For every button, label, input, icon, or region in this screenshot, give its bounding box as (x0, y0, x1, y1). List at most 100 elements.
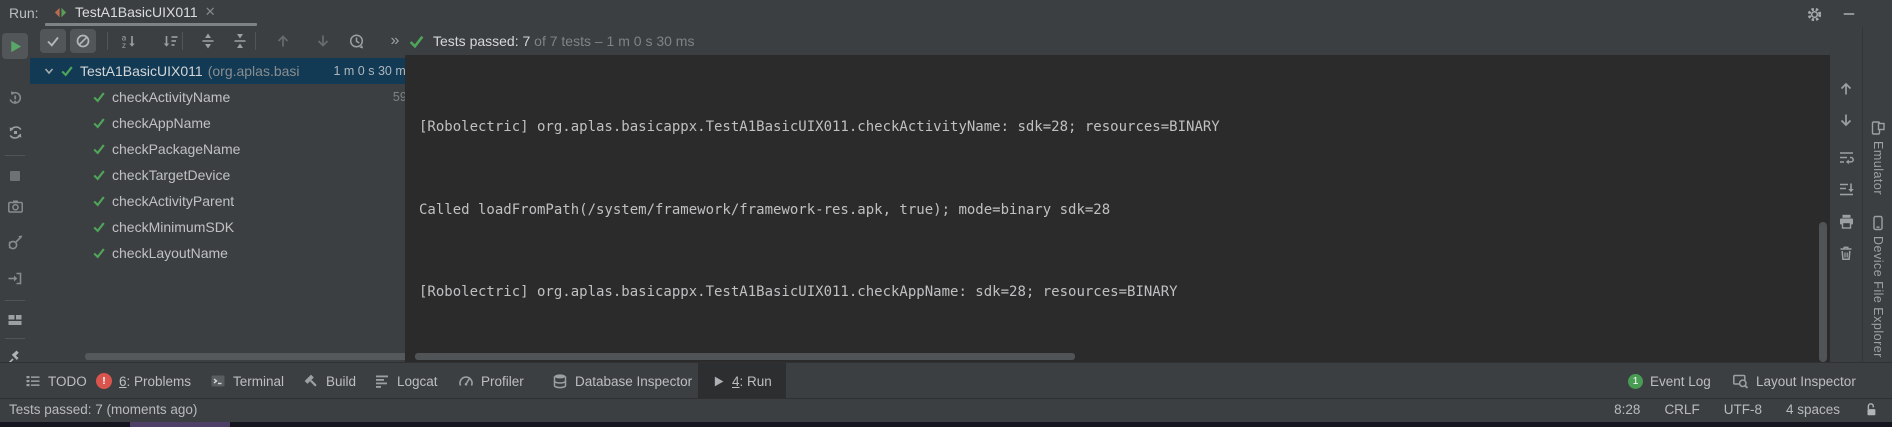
database-icon (552, 373, 568, 389)
console-output: [Robolectric] org.aplas.basicappx.TestA1… (419, 59, 1237, 362)
screenshot-button[interactable] (2, 193, 28, 219)
tool-window-label: Terminal (233, 374, 284, 389)
test-method-name: checkLayoutName (112, 245, 228, 261)
toolbar-separator (5, 300, 25, 301)
up-stack-trace-button[interactable] (1834, 77, 1858, 101)
test-method-name: checkActivityParent (112, 193, 234, 209)
terminal-icon (210, 373, 226, 389)
test-tree-panel: TestA1BasicUIX011 (org.aplas.basi 1 m 0 … (30, 55, 405, 362)
close-tab-icon[interactable]: ✕ (205, 4, 216, 20)
readonly-unlock-icon[interactable] (1864, 402, 1878, 417)
tool-window-button-logcat[interactable]: Logcat (374, 363, 438, 399)
test-row[interactable]: checkActivityName 59 s 372 ms (30, 84, 405, 110)
run-tool-window: Run: TestA1BasicUIX011 ✕ (0, 0, 1892, 427)
circle-slash-icon (75, 33, 91, 49)
test-passed-icon (92, 194, 106, 208)
test-history-button[interactable] (343, 29, 369, 53)
test-duration: 59 s 372 ms (393, 90, 405, 104)
clear-console-button[interactable] (1834, 241, 1858, 265)
test-row[interactable]: checkMinimumSDK 76 ms (30, 214, 405, 240)
stripe-button-emulator[interactable]: Emulator (1863, 120, 1892, 195)
run-configuration-tab[interactable]: TestA1BasicUIX011 ✕ (45, 0, 224, 24)
tests-passed-count: Tests passed: 7 (433, 33, 530, 49)
tool-window-button-todo[interactable]: TODO (25, 363, 87, 399)
test-duration: 1 m 0 s 30 ms (334, 64, 406, 78)
chevron-double-right-icon: » (391, 33, 400, 49)
run-window-title: Run: (9, 5, 39, 21)
restore-layout-button[interactable] (2, 307, 28, 333)
test-row[interactable]: checkLayoutName 100 ms (30, 240, 405, 266)
rerun-failed-tests-button[interactable] (2, 85, 28, 111)
more-toolbar-button[interactable]: » (382, 29, 408, 53)
hide-tool-window-button[interactable] (1836, 2, 1862, 26)
console-line: Called loadFromPath(/system/framework/fr… (419, 197, 1237, 225)
tab-title: TestA1BasicUIX011 (75, 4, 198, 20)
rerun-tests-button[interactable] (2, 33, 28, 59)
status-message: Tests passed: 7 (moments ago) (9, 402, 197, 417)
layout-icon (7, 312, 23, 328)
test-row[interactable]: checkTargetDevice 75 ms (30, 162, 405, 188)
toggle-auto-test-button[interactable] (2, 119, 28, 145)
tool-window-button-build[interactable]: Build (303, 363, 356, 399)
arrow-into-box-icon (7, 270, 24, 287)
tests-passed-details: of 7 tests – 1 m 0 s 30 ms (534, 33, 694, 49)
test-method-name: checkTargetDevice (112, 167, 230, 183)
tool-window-button-run[interactable]: 4: Run (698, 363, 786, 399)
sort-alphabetically-button[interactable]: az (115, 29, 141, 53)
show-ignored-toggle[interactable] (70, 29, 96, 53)
test-method-name: checkAppName (112, 115, 211, 131)
taskbar-fragment (130, 422, 230, 427)
test-runner-toolbar: az (30, 27, 1830, 55)
sort-duration-icon (162, 33, 179, 50)
tree-horizontal-scrollbar[interactable] (85, 353, 405, 360)
test-root-row[interactable]: TestA1BasicUIX011 (org.aplas.basi 1 m 0 … (30, 58, 405, 84)
test-passed-icon (92, 116, 106, 130)
chevron-down-icon[interactable] (43, 65, 55, 77)
svg-text:z: z (121, 41, 126, 50)
soft-wrap-button[interactable] (1834, 145, 1858, 169)
previous-failed-test-button[interactable] (270, 29, 296, 53)
print-button[interactable] (1834, 209, 1858, 233)
stop-button[interactable] (2, 163, 28, 189)
bottom-tool-window-bar: TODO ! 6: Problems Terminal Build Logcat (0, 362, 1892, 399)
tool-window-button-profiler[interactable]: Profiler (458, 363, 524, 399)
sort-by-duration-button[interactable] (157, 29, 183, 53)
caret-position-widget[interactable]: 8:28 (1614, 402, 1640, 417)
down-stack-trace-button[interactable] (1834, 108, 1858, 132)
auto-refresh-icon (7, 124, 24, 141)
layout-inspector-button[interactable]: Layout Inspector (1732, 363, 1856, 399)
test-method-name: checkActivityName (112, 89, 230, 105)
test-passed-icon (92, 168, 106, 182)
console-vertical-scrollbar[interactable] (1819, 222, 1827, 362)
indent-widget[interactable]: 4 spaces (1786, 402, 1840, 417)
run-window-left-toolbar (0, 27, 30, 362)
settings-button[interactable] (1801, 2, 1827, 26)
console-horizontal-scrollbar[interactable] (415, 353, 1075, 360)
tests-passed-check-icon (408, 33, 425, 50)
scroll-to-end-button[interactable] (1834, 177, 1858, 201)
thread-dump-button[interactable] (2, 229, 28, 255)
next-failed-test-button[interactable] (310, 29, 336, 53)
show-passed-toggle[interactable] (40, 29, 66, 53)
logcat-icon (374, 373, 390, 389)
tool-window-label: Database Inspector (575, 374, 692, 389)
tool-window-button-terminal[interactable]: Terminal (210, 363, 284, 399)
line-separator-widget[interactable]: CRLF (1664, 402, 1699, 417)
toolbar-separator (107, 32, 108, 50)
encoding-widget[interactable]: UTF-8 (1724, 402, 1762, 417)
tool-window-button-database-inspector[interactable]: Database Inspector (552, 363, 692, 399)
expand-all-button[interactable] (195, 29, 221, 53)
test-passed-icon (60, 64, 74, 78)
scroll-to-end-icon (1838, 181, 1855, 198)
collapse-all-button[interactable] (227, 29, 253, 53)
tool-window-button-problems[interactable]: ! 6: Problems (96, 363, 191, 399)
test-row[interactable]: checkAppName 171 ms (30, 110, 405, 136)
test-passed-icon (92, 142, 106, 156)
minimize-icon (1842, 7, 1856, 21)
test-row[interactable]: checkPackageName 145 ms (30, 136, 405, 162)
detach-button[interactable] (2, 265, 28, 291)
event-log-button[interactable]: 1 Event Log (1628, 363, 1711, 399)
stripe-button-device-file-explorer[interactable]: Device File Explorer (1863, 215, 1892, 358)
test-class-name: TestA1BasicUIX011 (80, 63, 203, 79)
test-row[interactable]: checkActivityParent 91 ms (30, 188, 405, 214)
